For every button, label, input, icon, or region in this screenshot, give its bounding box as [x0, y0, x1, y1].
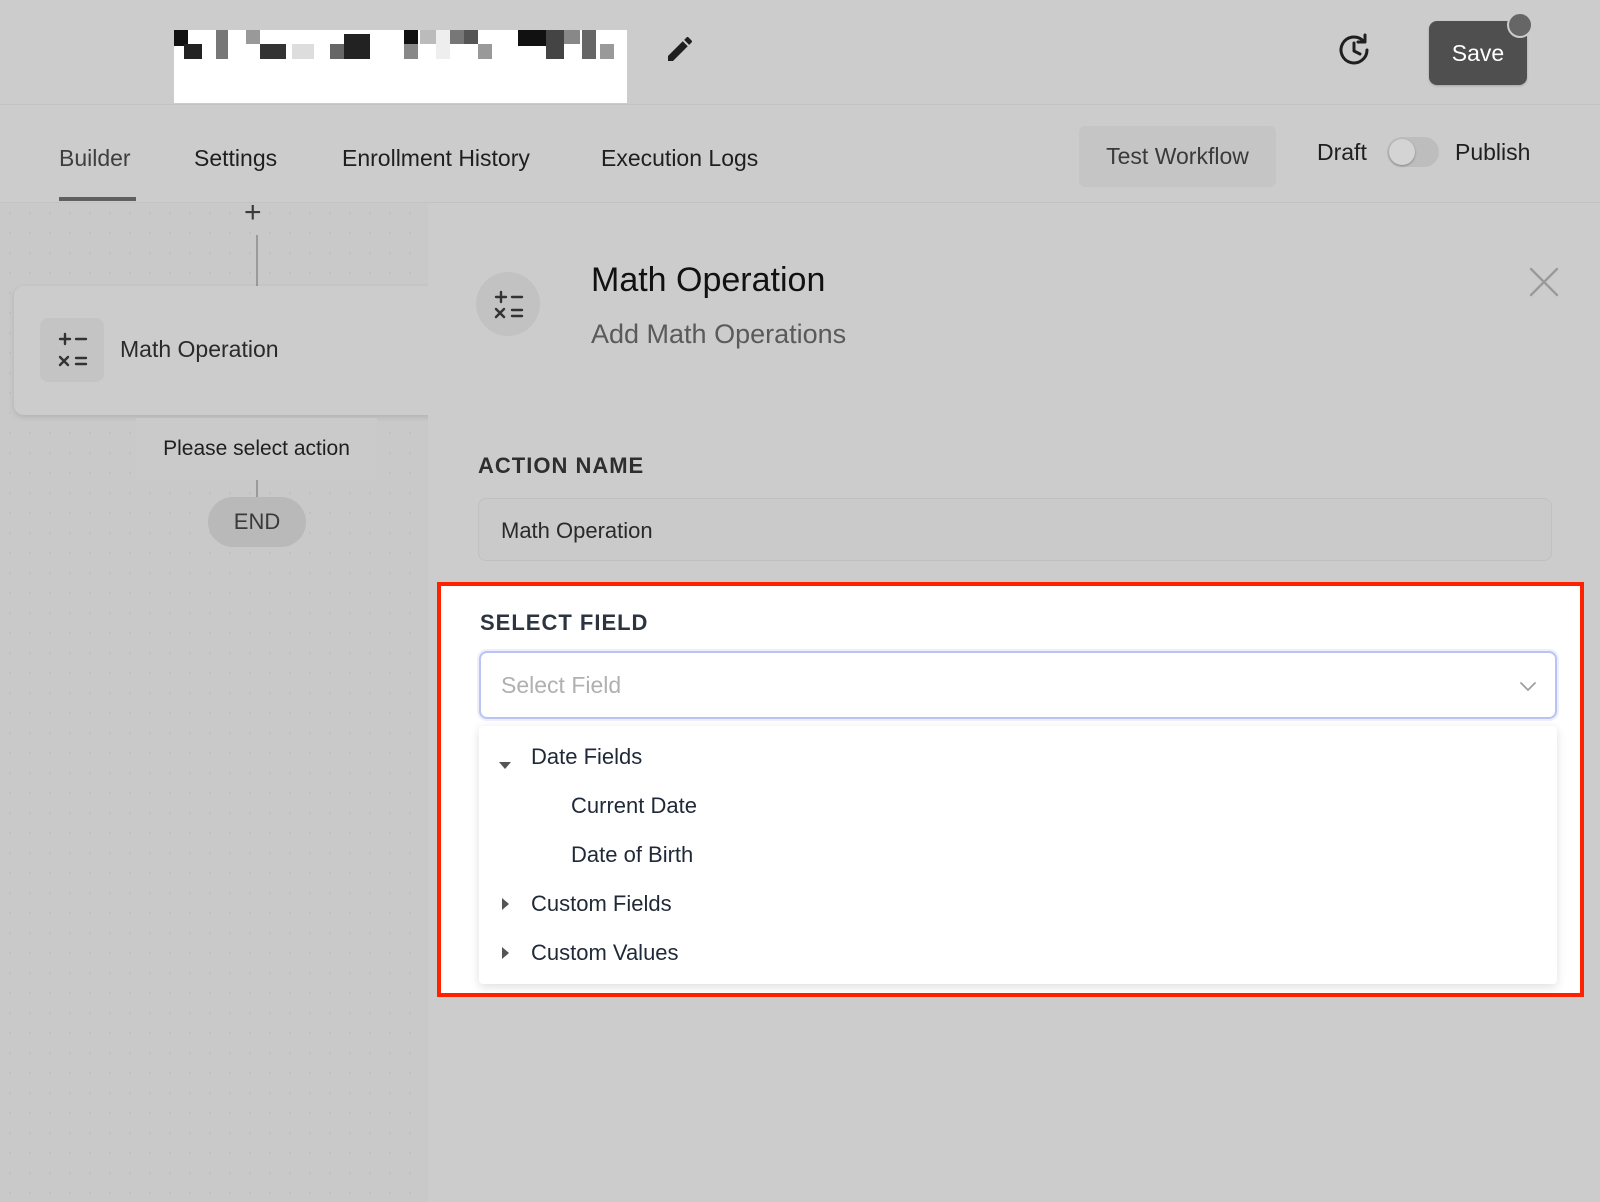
publish-label: Publish [1455, 139, 1531, 165]
select-field-options-menu: Date Fields Current Date Date of Birth C… [479, 726, 1557, 984]
option-date-of-birth[interactable]: Date of Birth [571, 842, 693, 868]
edit-title-button[interactable] [664, 33, 696, 65]
end-node: END [208, 497, 306, 547]
option-current-date[interactable]: Current Date [571, 793, 697, 819]
select-field-section-highlight: SELECT FIELD Select Field Date Fields Cu… [437, 582, 1584, 997]
select-field-label: SELECT FIELD [480, 610, 649, 635]
connector-line [256, 235, 258, 287]
version-history-button[interactable] [1336, 30, 1376, 70]
option-group-date-fields[interactable]: Date Fields [531, 744, 642, 770]
publish-toggle[interactable] [1387, 137, 1439, 167]
end-node-label: END [233, 509, 281, 534]
tab-enrollment-history[interactable]: Enrollment History [342, 145, 530, 172]
save-button[interactable]: Save [1429, 12, 1533, 85]
connector-line [256, 480, 258, 497]
tabs-bar: Builder Settings Enrollment History Exec… [0, 105, 1600, 203]
select-field-placeholder: Select Field [501, 672, 622, 698]
caret-right-icon[interactable] [502, 898, 509, 910]
panel-title: Math Operation [591, 261, 826, 299]
tab-execution-logs[interactable]: Execution Logs [601, 145, 758, 172]
node-label: Math Operation [120, 336, 279, 362]
node-warning-message: Please select action [136, 418, 377, 480]
node-warning-text: Please select action [163, 437, 350, 460]
panel-subtitle: Add Math Operations [591, 319, 847, 349]
action-name-label: ACTION NAME [478, 453, 645, 478]
option-group-custom-fields[interactable]: Custom Fields [531, 891, 672, 917]
history-icon [1339, 33, 1369, 65]
chevron-down-icon [1520, 682, 1536, 691]
top-bar: Save [0, 0, 1600, 105]
math-operations-icon [494, 290, 524, 319]
test-workflow-button[interactable]: Test Workflow [1079, 126, 1276, 187]
draft-label: Draft [1317, 139, 1367, 165]
close-panel-button[interactable] [1527, 265, 1561, 299]
test-workflow-label: Test Workflow [1106, 143, 1249, 169]
add-step-button[interactable]: + [244, 198, 262, 228]
workflow-title-redacted [174, 30, 627, 103]
action-name-input[interactable]: Math Operation [478, 498, 1552, 561]
pencil-icon [668, 36, 693, 61]
caret-down-icon[interactable] [499, 762, 511, 769]
select-field-dropdown[interactable]: Select Field [479, 651, 1557, 719]
tab-settings[interactable]: Settings [194, 145, 277, 172]
node-icon-box [40, 318, 104, 382]
close-icon [1529, 267, 1559, 297]
unsaved-indicator-dot [1507, 12, 1533, 38]
toggle-knob [1389, 139, 1415, 165]
math-operations-icon [58, 332, 88, 367]
save-button-label: Save [1451, 39, 1505, 66]
option-group-custom-values[interactable]: Custom Values [531, 940, 679, 966]
workflow-canvas[interactable]: + Math Operation Please select action EN… [0, 198, 444, 1202]
tab-builder[interactable]: Builder [59, 145, 131, 172]
panel-icon-circle [476, 272, 540, 336]
caret-right-icon[interactable] [502, 947, 509, 959]
active-tab-indicator [59, 197, 136, 201]
math-operation-node[interactable]: Math Operation [14, 286, 444, 415]
